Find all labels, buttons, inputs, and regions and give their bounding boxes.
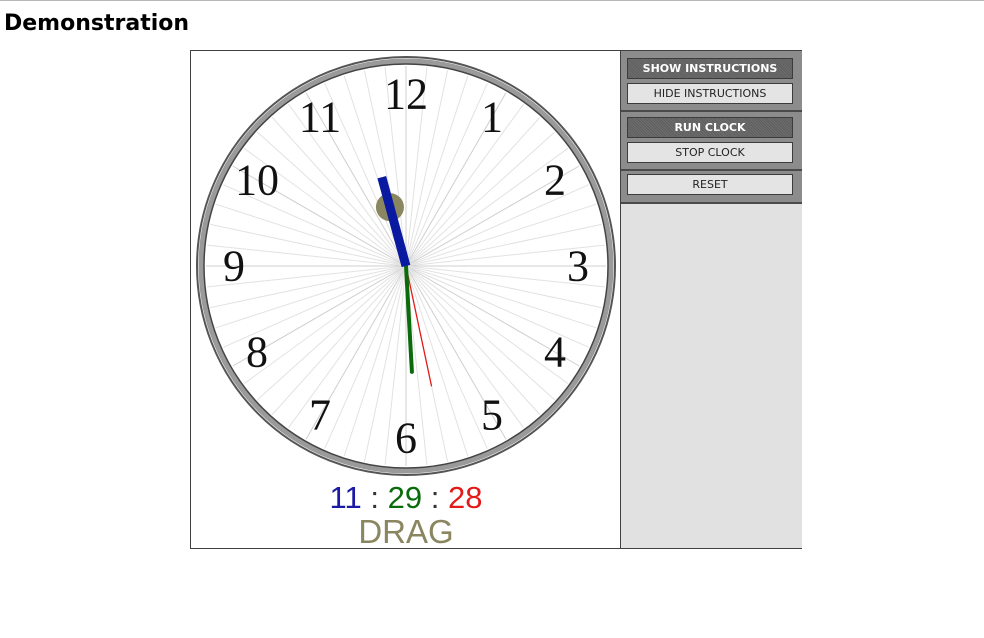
clock-numeral: 1 [481,93,503,142]
instructions-button-group: SHOW INSTRUCTIONS HIDE INSTRUCTIONS [621,51,802,112]
clock-numeral: 3 [567,242,589,291]
digital-hours: 11 [329,480,362,515]
reset-button-group: RESET [621,171,802,204]
digital-separator: : [370,480,379,515]
analog-clock-face[interactable]: 12 1234567891011 [191,51,621,481]
clock-numeral: 2 [544,156,566,205]
digital-seconds: 28 [447,480,483,515]
page-heading: Demonstration [4,11,190,36]
drag-label: DRAG [358,513,454,550]
clock-numeral: 4 [544,328,566,377]
show-instructions-button[interactable]: SHOW INSTRUCTIONS [627,58,793,79]
run-clock-button[interactable]: RUN CLOCK [627,117,793,138]
clock-numeral: 12 [384,70,428,119]
clock-numeral: 5 [481,390,503,439]
reset-button[interactable]: RESET [627,174,793,195]
control-panel: SHOW INSTRUCTIONS HIDE INSTRUCTIONS RUN … [620,51,802,548]
clock-numeral: 6 [395,414,417,463]
digital-minutes: 29 [387,480,423,515]
clock-numeral: 7 [309,390,331,439]
analog-clock-area: 12 1 2 3 4 5 6 7 8 9 10 11 11 : 29 : 28 DRAG [191,51,621,550]
stop-clock-button[interactable]: STOP CLOCK [627,142,793,163]
hide-instructions-button[interactable]: HIDE INSTRUCTIONS [627,83,793,104]
digital-separator: : [430,480,440,515]
top-divider [0,0,984,1]
clock-applet: 12 1 2 3 4 5 6 7 8 9 10 11 11 : 29 : 28 DRAG SHOW I… [190,50,802,549]
clock-numeral: 8 [246,328,268,377]
clock-numeral: 10 [235,156,279,205]
clock-run-button-group: RUN CLOCK STOP CLOCK [621,112,802,171]
clock-numeral: 11 [299,93,341,142]
digital-time-readout: 11 : 29 : 28 [191,481,621,515]
clock-numeral: 9 [223,242,245,291]
